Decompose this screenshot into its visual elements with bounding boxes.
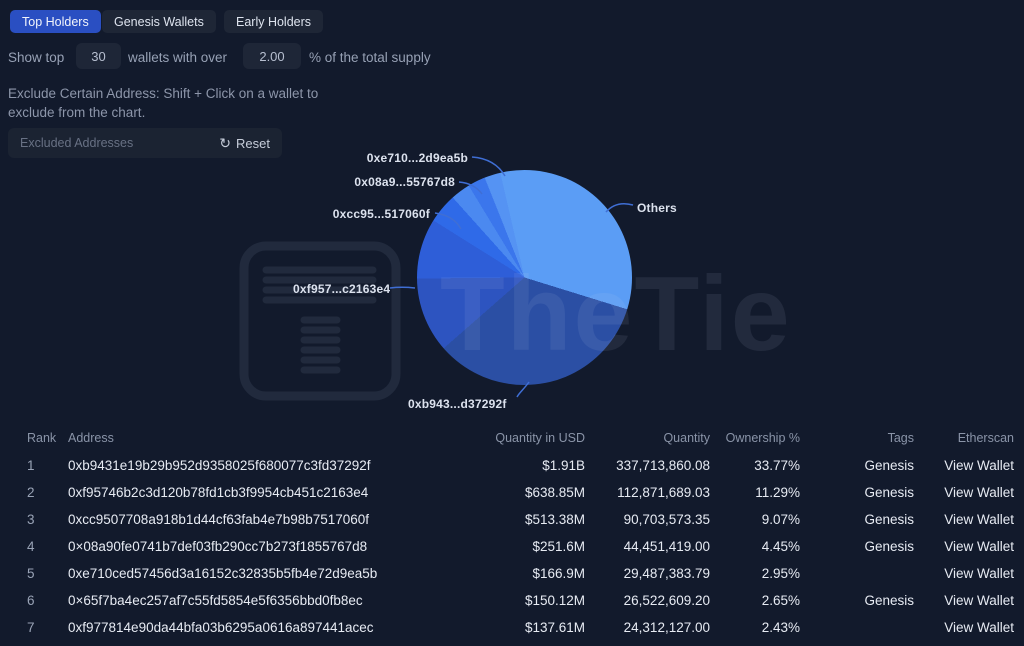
thetie-logo-watermark <box>239 241 401 401</box>
exclude-note-line1: Exclude Certain Address: Shift + Click o… <box>8 86 319 101</box>
cell-tag: Genesis <box>864 485 914 500</box>
show-top-label: Show top <box>8 50 65 65</box>
reset-icon: ↻ <box>219 135 232 151</box>
excluded-addresses-placeholder: Excluded Addresses <box>20 136 134 150</box>
cell-tag: Genesis <box>864 539 914 554</box>
exclude-note-line2: exclude from the chart. <box>8 105 146 120</box>
cell-ownership: 11.29% <box>755 485 800 500</box>
cell-address: 0×65f7ba4ec257af7c55fd5854e5f6356bbd0fb8… <box>68 593 363 608</box>
table-row: 4 0×08a90fe0741b7def03fb290cc7b273f18557… <box>0 539 1024 556</box>
exclude-note: Exclude Certain Address: Shift + Click o… <box>8 84 318 122</box>
cell-usd: $251.6M <box>532 539 585 554</box>
table-row: 2 0xf95746b2c3d120b78fd1cb3f9954cb451c21… <box>0 485 1024 502</box>
table-row: 7 0xf977814e90da44bfa03b6295a0616a897441… <box>0 620 1024 637</box>
pie-chart[interactable] <box>417 170 632 385</box>
cell-ownership: 4.45% <box>761 539 800 554</box>
cell-address: 0xe710ced57456d3a16152c32835b5fb4e72d9ea… <box>68 566 378 581</box>
pie-label-others: Others <box>637 201 677 215</box>
view-wallet-link[interactable]: View Wallet <box>944 620 1014 635</box>
view-wallet-link[interactable]: View Wallet <box>944 593 1014 608</box>
col-header-usd: Quantity in USD <box>495 431 585 445</box>
tab-top-holders[interactable]: Top Holders <box>10 10 101 33</box>
cell-quantity: 112,871,689.03 <box>617 485 710 500</box>
view-wallet-link[interactable]: View Wallet <box>944 485 1014 500</box>
threshold-input[interactable]: 2.00 <box>243 43 301 69</box>
pie-label-0xcc95: 0xcc95...517060f <box>332 207 430 221</box>
cell-ownership: 9.07% <box>761 512 800 527</box>
cell-quantity: 26,522,609.20 <box>623 593 710 608</box>
col-header-etherscan: Etherscan <box>957 431 1014 445</box>
cell-usd: $166.9M <box>532 566 585 581</box>
leader-line <box>605 202 634 213</box>
pie-label-0xf957: 0xf957...c2163e4 <box>293 282 391 296</box>
cell-quantity: 44,451,419.00 <box>623 539 710 554</box>
cell-address: 0xf977814e90da44bfa03b6295a0616a897441ac… <box>68 620 374 635</box>
cell-rank: 4 <box>27 539 35 554</box>
total-supply-label: % of the total supply <box>309 50 431 65</box>
cell-rank: 6 <box>27 593 35 608</box>
cell-rank: 3 <box>27 512 35 527</box>
reset-label: Reset <box>236 135 270 151</box>
cell-address: 0×08a90fe0741b7def03fb290cc7b273f1855767… <box>68 539 368 554</box>
cell-quantity: 337,713,860.08 <box>616 458 710 473</box>
cell-quantity: 29,487,383.79 <box>623 566 710 581</box>
cell-rank: 2 <box>27 485 35 500</box>
reset-button[interactable]: ↻ Reset <box>219 136 270 151</box>
cell-usd: $638.85M <box>524 485 585 500</box>
cell-quantity: 90,703,573.35 <box>623 512 710 527</box>
cell-rank: 1 <box>27 458 35 473</box>
wallets-with-over-label: wallets with over <box>128 50 228 65</box>
app: { "tabs": [ {"label": "Top Holders", "ac… <box>0 0 1024 646</box>
table-row: 6 0×65f7ba4ec257af7c55fd5854e5f6356bbd0f… <box>0 593 1024 610</box>
pie-label-0xe710: 0xe710...2d9ea5b <box>366 151 468 165</box>
col-header-rank: Rank <box>27 431 57 445</box>
cell-ownership: 2.43% <box>761 620 800 635</box>
cell-address: 0xcc9507708a918b1d44cf63fab4e7b98b751706… <box>68 512 370 527</box>
table-row: 1 0xb9431e19b29b952d9358025f680077c3fd37… <box>0 458 1024 475</box>
cell-tag: Genesis <box>864 593 914 608</box>
col-header-ownership: Ownership % <box>725 431 800 445</box>
table-row: 3 0xcc9507708a918b1d44cf63fab4e7b98b7517… <box>0 512 1024 529</box>
col-header-quantity: Quantity <box>663 431 710 445</box>
cell-rank: 7 <box>27 620 35 635</box>
cell-ownership: 2.65% <box>761 593 800 608</box>
view-wallet-link[interactable]: View Wallet <box>944 566 1014 581</box>
table-row: 5 0xe710ced57456d3a16152c32835b5fb4e72d9… <box>0 566 1024 583</box>
cell-usd: $150.12M <box>524 593 585 608</box>
cell-address: 0xf95746b2c3d120b78fd1cb3f9954cb451c2163… <box>68 485 369 500</box>
cell-usd: $137.61M <box>524 620 585 635</box>
pie-label-0x08a9: 0x08a9...55767d8 <box>354 175 455 189</box>
cell-usd: $513.38M <box>524 512 585 527</box>
tab-genesis-wallets[interactable]: Genesis Wallets <box>102 10 216 33</box>
view-wallet-link[interactable]: View Wallet <box>944 458 1014 473</box>
cell-usd: $1.91B <box>542 458 585 473</box>
top-count-input[interactable]: 30 <box>76 43 121 69</box>
view-wallet-link[interactable]: View Wallet <box>944 539 1014 554</box>
col-header-address: Address <box>68 431 114 445</box>
view-wallet-link[interactable]: View Wallet <box>944 512 1014 527</box>
pie-label-0xb943: 0xb943...d37292f <box>408 397 507 411</box>
cell-ownership: 33.77% <box>754 458 800 473</box>
cell-tag: Genesis <box>864 458 914 473</box>
cell-tag: Genesis <box>864 512 914 527</box>
cell-ownership: 2.95% <box>761 566 800 581</box>
col-header-tags: Tags <box>887 431 914 445</box>
cell-quantity: 24,312,127.00 <box>623 620 710 635</box>
cell-address: 0xb9431e19b29b952d9358025f680077c3fd3729… <box>68 458 371 473</box>
cell-rank: 5 <box>27 566 35 581</box>
excluded-addresses-input[interactable]: Excluded Addresses ↻ Reset <box>8 128 282 158</box>
tab-early-holders[interactable]: Early Holders <box>224 10 324 33</box>
